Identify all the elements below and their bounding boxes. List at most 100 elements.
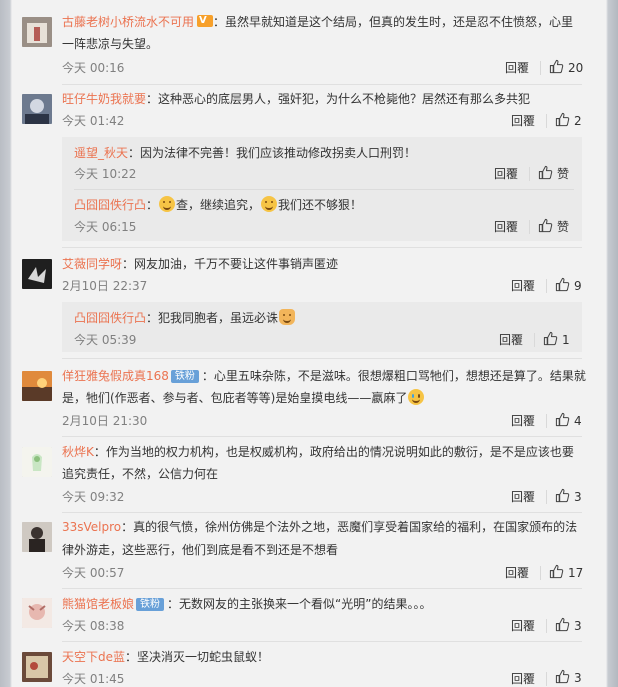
avatar[interactable] (22, 447, 52, 477)
comment-text: 秋烨K：作为当地的权力机构，也是权威机构，政府给出的情况说明如此的敷衍，是不是应… (62, 445, 574, 459)
comment-username[interactable]: 33sVelpro (62, 520, 121, 534)
like-label: 赞 (557, 220, 570, 234)
like-button[interactable]: 17 (549, 564, 583, 582)
avatar[interactable] (22, 598, 52, 628)
comment-time: 今天 00:16 (62, 61, 125, 75)
fan-badge: 铁粉 (136, 598, 165, 611)
avatar[interactable] (22, 259, 52, 289)
crying-laugh-emoji-icon (408, 389, 425, 405)
comment-text-line2: 是，牠们(作恶者、参与者、包庇者等等)是始皇摸电线——嬴麻了 (62, 389, 425, 407)
like-button[interactable]: 20 (549, 59, 583, 77)
like-button[interactable]: 3 (555, 488, 582, 506)
sub-reply-username[interactable]: 凸囧囧佚行凸 (74, 311, 146, 325)
comment-text: 艾薇同学呀：网友加油，千万不要让这件事销声匿迹 (62, 257, 339, 271)
comment-time: 2月10日 22:37 (62, 279, 148, 293)
sub-reply-username[interactable]: 凸囧囧佚行凸 (74, 198, 146, 212)
vip-badge-icon (197, 12, 214, 30)
like-button[interactable]: 赞 (538, 218, 569, 236)
reply-button[interactable]: 回覆 (511, 618, 535, 634)
smile-emoji-icon (159, 196, 176, 212)
thumbs-up-icon (555, 488, 570, 503)
reply-button[interactable]: 回覆 (499, 332, 523, 348)
comment-text: 旺仔牛奶我就要：这种恶心的底层男人，强奸犯，为什么不枪毙他？居然还有那么多共犯 (62, 92, 531, 106)
divider (62, 641, 582, 642)
avatar[interactable] (22, 652, 52, 682)
reply-button[interactable]: 回覆 (511, 489, 535, 505)
like-button[interactable]: 1 (543, 331, 570, 349)
comment-text: 佯狂雅兔假成真168 铁粉 ：心里五味杂陈，不是滋味。很想爆粗口骂牠们，想想还是算了… (62, 369, 586, 383)
like-button[interactable]: 9 (555, 277, 582, 295)
reply-button[interactable]: 回覆 (511, 671, 535, 687)
reply-button[interactable]: 回覆 (494, 166, 518, 182)
like-button[interactable]: 3 (555, 669, 582, 687)
divider (546, 672, 547, 686)
divider (62, 512, 582, 513)
comment-username[interactable]: 秋烨K (62, 445, 94, 459)
sub-reply-username[interactable]: 遥望_秋天 (74, 146, 128, 160)
comment-username[interactable]: 天空下de蓝 (62, 650, 125, 664)
divider (540, 566, 541, 580)
sub-reply-text: 凸囧囧佚行凸：犯我同胞者，虽远必诛 (74, 309, 296, 327)
reply-button[interactable]: 回覆 (511, 278, 535, 294)
comment-username[interactable]: 艾薇同学呀 (62, 257, 122, 271)
thumbs-up-icon (549, 59, 564, 74)
comment-username[interactable]: 佯狂雅兔假成真168 (62, 369, 169, 383)
divider (62, 358, 582, 359)
divider (62, 588, 582, 589)
thumbs-up-icon (555, 669, 570, 684)
reply-button[interactable]: 回覆 (494, 219, 518, 235)
avatar[interactable] (22, 522, 52, 552)
like-count: 3 (574, 619, 582, 633)
reply-button[interactable]: 回覆 (511, 413, 535, 429)
smile-emoji-icon (261, 196, 278, 212)
comment-time: 今天 01:45 (62, 672, 125, 686)
comment-time: 今天 09:32 (62, 490, 125, 504)
reply-button[interactable]: 回覆 (505, 565, 529, 581)
comment-text: 熊猫馆老板娘 铁粉 ：无数网友的主张换来一个看似“光明”的结果。。。 (62, 597, 432, 611)
avatar[interactable] (22, 94, 52, 124)
sub-reply-time: 今天 06:15 (74, 220, 137, 234)
thumbs-up-emoji-icon (279, 309, 296, 325)
comment-username[interactable]: 旺仔牛奶我就要 (62, 92, 146, 106)
reply-button[interactable]: 回覆 (505, 60, 529, 76)
divider (62, 84, 582, 85)
comment-text: 天空下de蓝：坚决消灭一切蛇虫鼠蚁！ (62, 650, 270, 664)
comment-username[interactable]: 古藤老树小桥流水不可用 (62, 15, 194, 29)
like-label: 赞 (557, 167, 570, 181)
thumbs-up-icon (555, 412, 570, 427)
thumbs-up-icon (538, 218, 553, 233)
reply-button[interactable]: 回覆 (511, 113, 535, 129)
divider (546, 619, 547, 633)
comment-time: 今天 00:57 (62, 566, 125, 580)
divider (546, 414, 547, 428)
like-button[interactable]: 赞 (538, 165, 569, 183)
avatar[interactable] (22, 371, 52, 401)
comment-text-line2: 追究责任，不然，公信力何在 (62, 467, 219, 481)
thumbs-up-icon (543, 331, 558, 346)
comment-time: 今天 01:42 (62, 114, 125, 128)
like-count: 3 (574, 671, 582, 685)
thumbs-up-icon (555, 617, 570, 632)
thumbs-up-icon (549, 564, 564, 579)
thumbs-up-icon (555, 277, 570, 292)
like-button[interactable]: 2 (555, 112, 582, 130)
like-button[interactable]: 4 (555, 412, 582, 430)
comment-text: 33sVelpro：真的很气愤，徐州仿佛是个法外之地，恶魔们享受着国家给的福利，… (62, 520, 578, 534)
avatar[interactable] (22, 17, 52, 47)
sub-reply-text: 遥望_秋天：因为法律不完善！我们应该推动修改拐卖人口刑罚！ (74, 146, 417, 160)
comment-username[interactable]: 熊猫馆老板娘 (62, 597, 134, 611)
like-count: 3 (574, 490, 582, 504)
thumbs-up-icon (555, 112, 570, 127)
like-count: 2 (574, 114, 582, 128)
comment-text-line2: 律外游走，这些恶行，他们到底是看不到还是不想看 (62, 543, 339, 557)
fan-badge: 铁粉 (170, 370, 199, 383)
sub-reply-time: 今天 10:22 (74, 167, 137, 181)
divider (62, 436, 582, 437)
like-button[interactable]: 3 (555, 617, 582, 635)
divider (546, 114, 547, 128)
like-count: 4 (574, 414, 582, 428)
comment-text-line2: 一阵悲凉与失望。 (62, 37, 159, 51)
comment-time: 2月10日 21:30 (62, 414, 148, 428)
divider (540, 61, 541, 75)
divider (546, 279, 547, 293)
